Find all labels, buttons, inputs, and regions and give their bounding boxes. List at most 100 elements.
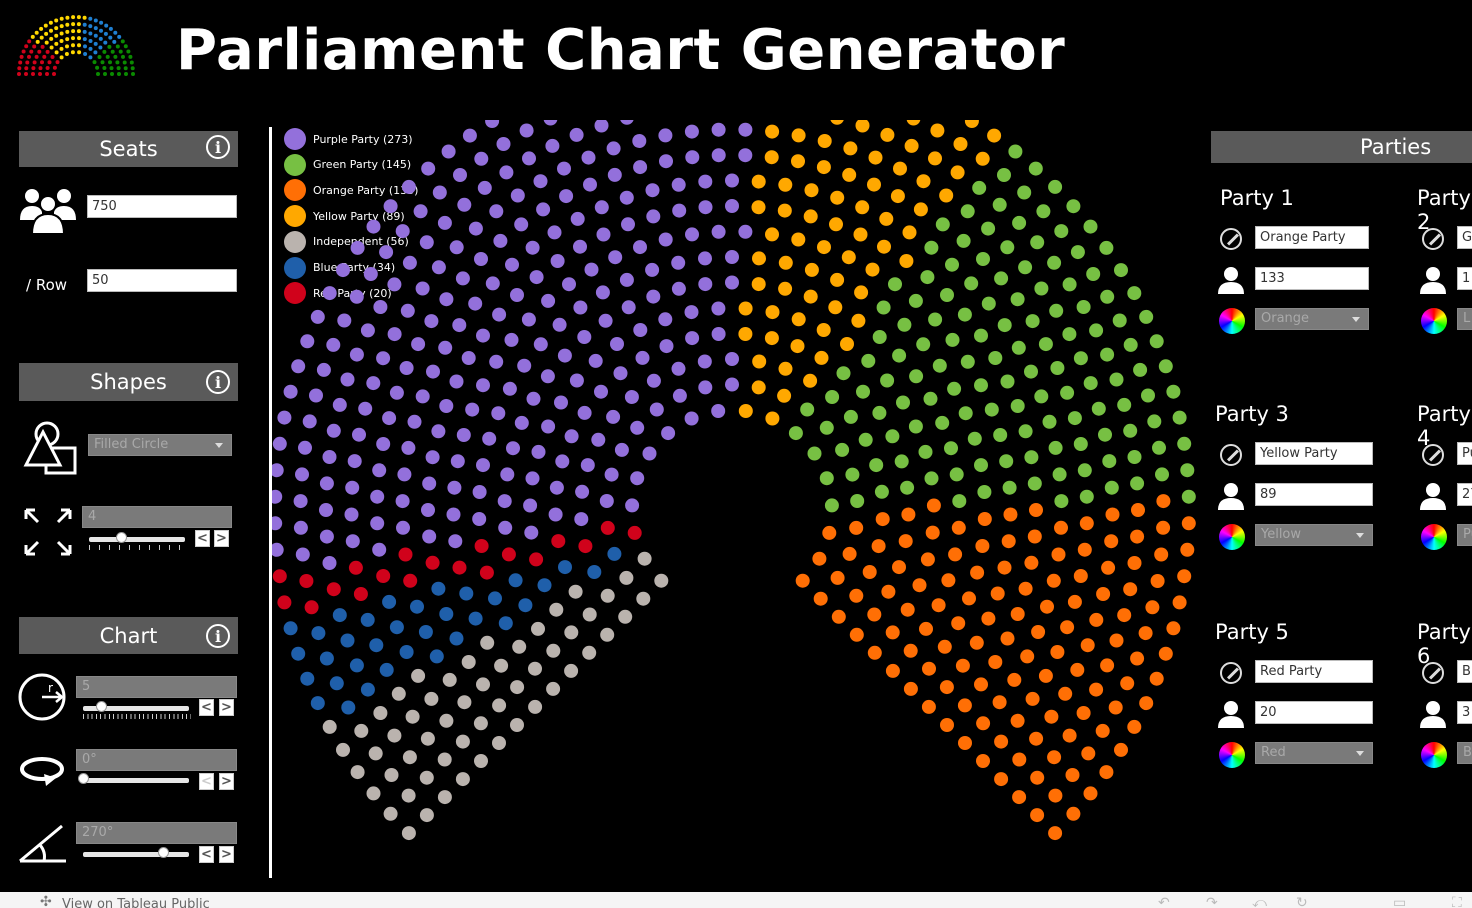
- seat-dot[interactable]: [1070, 662, 1085, 677]
- seat-dot[interactable]: [645, 262, 660, 277]
- seat-dot[interactable]: [557, 161, 571, 176]
- seat-dot[interactable]: [411, 668, 426, 683]
- seat-dot[interactable]: [376, 569, 391, 583]
- seat-dot[interactable]: [1027, 529, 1042, 544]
- seat-dot[interactable]: [350, 240, 365, 255]
- seat-dot[interactable]: [879, 211, 894, 226]
- seat-dot[interactable]: [494, 658, 509, 673]
- seat-dot[interactable]: [1000, 240, 1015, 255]
- seat-dot[interactable]: [842, 167, 857, 182]
- seat-dot[interactable]: [962, 591, 976, 606]
- seat-dot[interactable]: [738, 327, 753, 341]
- seat-dot[interactable]: [1100, 347, 1115, 362]
- seat-dot[interactable]: [868, 150, 883, 165]
- seat-dot[interactable]: [916, 174, 931, 189]
- seat-dot[interactable]: [476, 378, 490, 393]
- seat-dot[interactable]: [387, 327, 402, 342]
- seat-dot[interactable]: [778, 361, 793, 376]
- radius-decrement-button[interactable]: <: [199, 699, 214, 716]
- seat-dot[interactable]: [654, 573, 669, 588]
- seat-dot[interactable]: [550, 254, 565, 268]
- seat-dot[interactable]: [540, 369, 555, 384]
- seat-dot[interactable]: [931, 598, 946, 613]
- seat-dot[interactable]: [1048, 440, 1063, 455]
- seat-dot[interactable]: [646, 373, 661, 388]
- seat-dot[interactable]: [865, 262, 880, 277]
- seat-dot[interactable]: [595, 285, 610, 300]
- seat-dot[interactable]: [711, 224, 726, 239]
- seat-dot[interactable]: [908, 419, 923, 434]
- seat-dot[interactable]: [577, 330, 592, 344]
- seat-dot[interactable]: [372, 542, 387, 557]
- seat-dot[interactable]: [1127, 556, 1142, 570]
- seat-dot[interactable]: [349, 658, 364, 673]
- seat-dot[interactable]: [304, 600, 319, 615]
- seat-dot[interactable]: [482, 431, 497, 446]
- seat-dot[interactable]: [452, 318, 467, 333]
- seat-dot[interactable]: [319, 529, 334, 544]
- seat-dot[interactable]: [533, 337, 548, 352]
- seat-dot[interactable]: [947, 381, 962, 396]
- seat-dot[interactable]: [295, 467, 309, 482]
- seat-dot[interactable]: [537, 578, 552, 593]
- seat-dot[interactable]: [840, 337, 854, 351]
- seat-dot[interactable]: [455, 772, 470, 787]
- seat-dot[interactable]: [370, 489, 385, 504]
- seat-dot[interactable]: [1001, 534, 1016, 549]
- seat-dot[interactable]: [1030, 235, 1045, 250]
- seat-dot[interactable]: [924, 240, 939, 255]
- seat-dot[interactable]: [791, 232, 806, 247]
- seat-dot[interactable]: [1025, 691, 1040, 706]
- seat-dot[interactable]: [1040, 599, 1054, 614]
- seat-dot[interactable]: [1073, 351, 1088, 366]
- seat-dot[interactable]: [272, 489, 283, 504]
- seat-dot[interactable]: [819, 471, 834, 486]
- rotation-decrement-button[interactable]: <: [199, 773, 214, 790]
- seat-dot[interactable]: [671, 361, 686, 376]
- seat-dot[interactable]: [353, 587, 368, 601]
- party-name-input[interactable]: Yellow Party: [1255, 442, 1373, 465]
- party-seats-input[interactable]: 3: [1457, 701, 1472, 724]
- seat-dot[interactable]: [485, 120, 500, 128]
- seat-dot[interactable]: [711, 327, 726, 341]
- seat-dot[interactable]: [1044, 709, 1059, 724]
- seat-dot[interactable]: [604, 467, 619, 482]
- seat-dot[interactable]: [506, 441, 520, 456]
- seat-dot[interactable]: [1054, 224, 1069, 239]
- seat-dot[interactable]: [972, 180, 987, 195]
- seat-dot[interactable]: [457, 197, 472, 212]
- seat-dot[interactable]: [541, 419, 556, 434]
- seat-dot[interactable]: [479, 565, 494, 580]
- seat-dot[interactable]: [684, 124, 699, 139]
- seat-dot[interactable]: [1100, 658, 1115, 673]
- seat-dot[interactable]: [345, 534, 360, 549]
- arc-decrement-button[interactable]: <: [199, 846, 214, 863]
- seat-dot[interactable]: [549, 602, 564, 617]
- seat-dot[interactable]: [964, 120, 979, 128]
- seat-dot[interactable]: [896, 395, 910, 410]
- seat-dot[interactable]: [813, 591, 828, 606]
- seat-dot[interactable]: [564, 663, 579, 678]
- seat-dot[interactable]: [525, 240, 540, 255]
- seat-dot[interactable]: [791, 312, 806, 327]
- seat-dot[interactable]: [1017, 185, 1032, 200]
- seat-dot[interactable]: [578, 539, 593, 554]
- seat-dot[interactable]: [956, 233, 971, 248]
- seat-dot[interactable]: [283, 384, 298, 399]
- seat-dot[interactable]: [489, 354, 504, 369]
- seat-dot[interactable]: [531, 444, 546, 459]
- seat-dot[interactable]: [1172, 595, 1187, 610]
- seat-dot[interactable]: [658, 232, 673, 247]
- seat-dot[interactable]: [340, 372, 355, 387]
- seat-dot[interactable]: [580, 458, 595, 473]
- seat-dot[interactable]: [277, 410, 292, 425]
- seat-dot[interactable]: [817, 134, 832, 148]
- seat-dot[interactable]: [439, 399, 454, 413]
- seat-dot[interactable]: [291, 359, 306, 374]
- seat-dot[interactable]: [958, 736, 972, 750]
- seat-dot[interactable]: [480, 635, 495, 650]
- party-name-input[interactable]: Pu: [1457, 442, 1472, 465]
- seat-dot[interactable]: [1060, 620, 1075, 635]
- seat-dot[interactable]: [1066, 806, 1081, 821]
- seat-dot[interactable]: [897, 317, 912, 332]
